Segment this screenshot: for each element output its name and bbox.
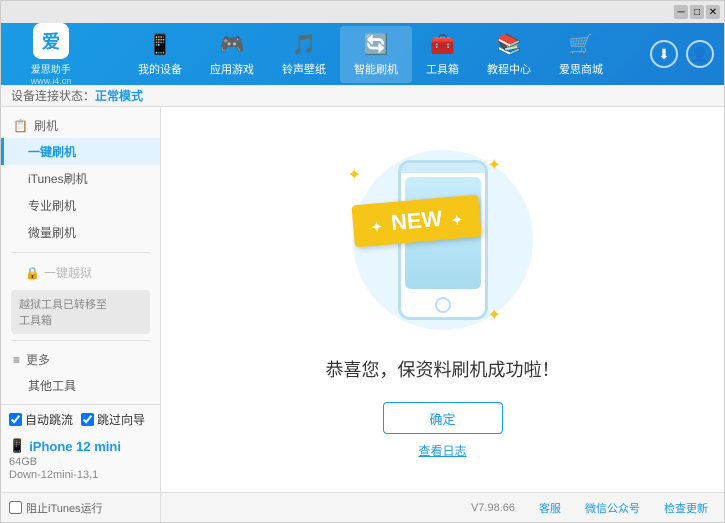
nav-ringtones-label: 铃声壁纸 (282, 61, 326, 77)
success-message: 恭喜您，保资料刷机成功啦！ (326, 356, 560, 382)
middle-section: 📋 刷机 一键刷机 iTunes刷机 专业刷机 微量刷机 (1, 107, 724, 492)
sidebar: 📋 刷机 一键刷机 iTunes刷机 专业刷机 微量刷机 (1, 107, 160, 404)
mall-icon: 🛒 (569, 32, 594, 57)
service-link[interactable]: 客服 (539, 500, 561, 516)
bottom-right-status: V7.98.66 客服 微信公众号 检查更新 (161, 500, 724, 516)
skip-wizard-label[interactable]: 跳过向导 (81, 411, 145, 428)
auto-jump-checkbox[interactable] (9, 413, 22, 426)
nav-my-device[interactable]: 📱 我的设备 (124, 26, 196, 83)
phone-illustration: ✦ ✦ ✦ ✦ NEW ✦ (333, 140, 553, 340)
nav-toolbox-label: 工具箱 (426, 61, 459, 77)
sidebar-section-more: ≡ 更多 其他工具 下载固件 高级功能 (1, 347, 160, 404)
wechat-link[interactable]: 微信公众号 (585, 500, 640, 516)
auto-jump-label[interactable]: 自动跳流 (9, 411, 73, 428)
minimize-button[interactable]: ─ (674, 5, 688, 19)
skip-wizard-checkbox[interactable] (81, 413, 94, 426)
nav-mall-label: 爱思商城 (559, 61, 603, 77)
device-icon: 📱 (9, 438, 25, 454)
lock-icon: 🔒 (25, 266, 40, 280)
sidebar-section-flash: 📋 刷机 一键刷机 iTunes刷机 专业刷机 微量刷机 (1, 113, 160, 246)
nav-bar: 📱 我的设备 🎮 应用游戏 🎵 铃声壁纸 🔄 智能刷机 🧰 工具箱 📚 (91, 26, 650, 83)
nav-mall[interactable]: 🛒 爱思商城 (545, 26, 617, 83)
left-panel: 📋 刷机 一键刷机 iTunes刷机 专业刷机 微量刷机 (1, 107, 161, 492)
logo-text: 爱思助手 www.i4.cn (31, 61, 72, 86)
download-button[interactable]: ⬇ (650, 40, 678, 68)
daily-log-link[interactable]: 查看日志 (418, 442, 466, 459)
device-model: Down-12mini-13,1 (9, 469, 152, 481)
device-name: 📱 iPhone 12 mini (9, 438, 152, 454)
sidebar-item-other-tools[interactable]: 其他工具 (1, 372, 160, 399)
device-icon: 📱 (148, 32, 173, 57)
header: 爱 爱思助手 www.i4.cn 📱 我的设备 🎮 应用游戏 🎵 铃声壁纸 🔄 (1, 23, 724, 85)
toolbox-icon: 🧰 (430, 32, 455, 57)
logo: 爱 爱思助手 www.i4.cn (11, 23, 91, 86)
sidebar-divider-1 (11, 252, 150, 253)
header-right: ⬇ 👤 (650, 40, 714, 68)
sidebar-item-one-click-flash[interactable]: 一键刷机 (1, 138, 160, 165)
status-bar: 设备连接状态： 正常模式 (1, 85, 724, 107)
flash-icon: 🔄 (364, 32, 389, 57)
version-label: V7.98.66 (471, 502, 515, 514)
device-panel: 自动跳流 跳过向导 📱 iPhone 12 mini 64GB Down-12m… (1, 404, 160, 492)
stop-itunes-panel: 阻止iTunes运行 (1, 493, 161, 522)
sidebar-section-more-title: ≡ 更多 (1, 347, 160, 372)
flash-section-icon: 📋 (13, 119, 28, 133)
star1-icon: ✦ (348, 165, 361, 185)
device-storage: 64GB (9, 456, 152, 468)
status-prefix: 设备连接状态： (11, 87, 95, 104)
sidebar-jailbreak-disabled: 🔒 一键越狱 (1, 259, 160, 286)
device-info: 📱 iPhone 12 mini 64GB Down-12mini-13,1 (9, 434, 152, 486)
sidebar-section-flash-title: 📋 刷机 (1, 113, 160, 138)
tutorials-icon: 📚 (497, 32, 522, 57)
nav-smart-flash[interactable]: 🔄 智能刷机 (340, 26, 412, 83)
maximize-button[interactable]: □ (690, 5, 704, 19)
sidebar-divider-2 (11, 340, 150, 341)
app-window: ─ □ ✕ 爱 爱思助手 www.i4.cn 📱 我的设备 🎮 应用游戏 (0, 0, 725, 523)
user-button[interactable]: 👤 (686, 40, 714, 68)
ringtones-icon: 🎵 (292, 32, 317, 57)
apps-icon: 🎮 (220, 32, 245, 57)
star3-icon: ✦ (488, 305, 501, 325)
stop-itunes-checkbox[interactable] (9, 501, 22, 514)
sidebar-item-itunes-flash[interactable]: iTunes刷机 (1, 165, 160, 192)
nav-apps-games[interactable]: 🎮 应用游戏 (196, 26, 268, 83)
nav-ringtones[interactable]: 🎵 铃声壁纸 (268, 26, 340, 83)
more-section-icon: ≡ (13, 353, 20, 367)
phone-home-button (435, 297, 451, 313)
confirm-button[interactable]: 确定 (383, 402, 503, 434)
nav-tutorials-label: 教程中心 (487, 61, 531, 77)
close-button[interactable]: ✕ (706, 5, 720, 19)
star2-icon: ✦ (488, 155, 501, 175)
main-content: ✦ ✦ ✦ ✦ NEW ✦ 恭喜您，保资料刷机成功啦！ 确定 (161, 107, 724, 492)
nav-toolbox[interactable]: 🧰 工具箱 (412, 26, 473, 83)
nav-tutorials[interactable]: 📚 教程中心 (473, 26, 545, 83)
sidebar-item-pro-flash[interactable]: 专业刷机 (1, 192, 160, 219)
logo-icon: 爱 (33, 23, 69, 59)
title-bar: ─ □ ✕ (1, 1, 724, 23)
nav-my-device-label: 我的设备 (138, 61, 182, 77)
nav-apps-label: 应用游戏 (210, 61, 254, 77)
bottom-status-bar: 阻止iTunes运行 V7.98.66 客服 微信公众号 检查更新 (1, 492, 724, 522)
check-update-link[interactable]: 检查更新 (664, 500, 708, 516)
sidebar-item-micro-flash[interactable]: 微量刷机 (1, 219, 160, 246)
checkbox-row: 自动跳流 跳过向导 (9, 411, 152, 428)
stop-itunes-label: 阻止iTunes运行 (26, 500, 103, 516)
sidebar-jailbreak-info: 越狱工具已转移至 工具箱 (11, 290, 150, 334)
nav-flash-label: 智能刷机 (354, 61, 398, 77)
status-value: 正常模式 (95, 87, 143, 104)
